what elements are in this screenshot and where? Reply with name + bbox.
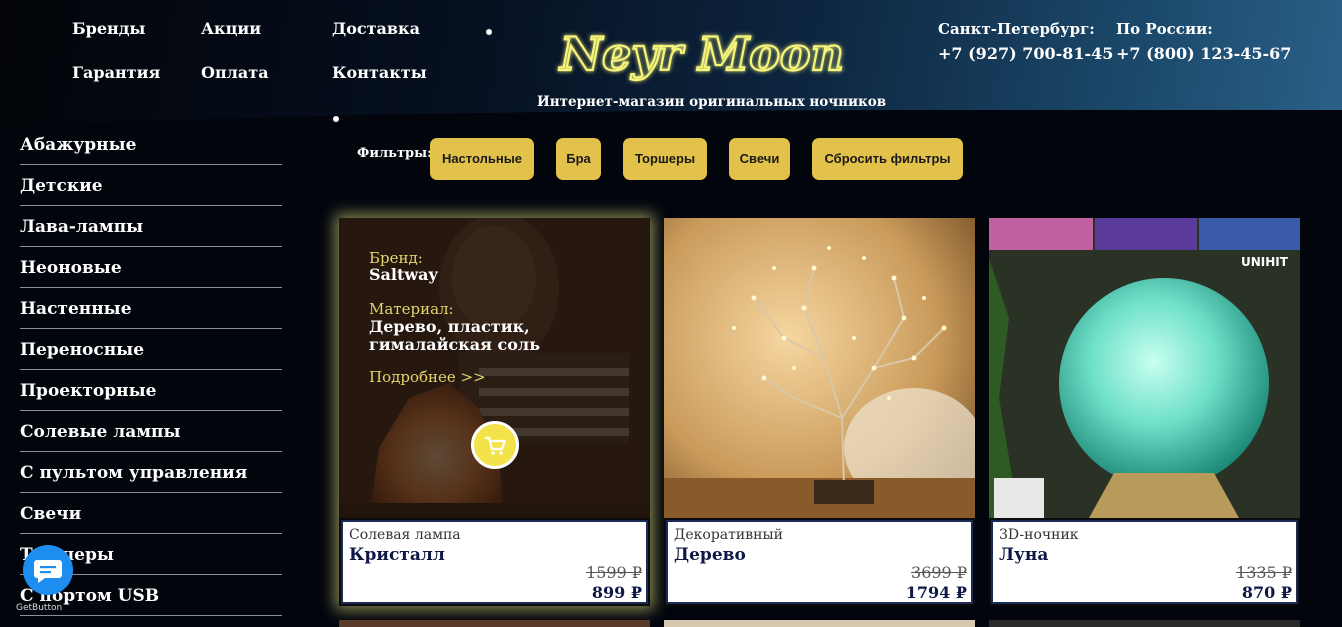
product-card[interactable]: UNIHIT 3D-ночник Луна 1335 ₽ 870 ₽: [989, 218, 1300, 606]
category-lampshade[interactable]: Абажурные: [20, 124, 282, 165]
material-value: Дерево, пластик,: [369, 317, 530, 336]
product-info: Солевая лампа Кристалл 1599 ₽ 899 ₽: [341, 520, 648, 604]
details-link[interactable]: Подробнее >>: [369, 368, 486, 386]
nav-delivery[interactable]: Доставка: [332, 19, 420, 38]
material-value: гималайская соль: [369, 335, 541, 354]
nav-promotions[interactable]: Акции: [201, 19, 261, 38]
product-info: 3D-ночник Луна 1335 ₽ 870 ₽: [991, 520, 1298, 604]
product-card[interactable]: Декоративный Дерево 3699 ₽ 1794 ₽: [664, 218, 975, 606]
moon-lamp-photo: UNIHIT: [989, 218, 1300, 518]
material-label: Материал:: [369, 300, 454, 318]
product-type: 3D-ночник: [999, 527, 1079, 543]
category-salt-lamps[interactable]: Солевые лампы: [20, 411, 282, 452]
product-name[interactable]: Луна: [999, 545, 1048, 565]
filter-candles[interactable]: Свечи: [729, 138, 790, 180]
category-wall[interactable]: Настенные: [20, 288, 282, 329]
nav-brands[interactable]: Бренды: [72, 19, 145, 38]
filter-floor-lamps[interactable]: Торшеры: [623, 138, 707, 180]
product-name[interactable]: Кристалл: [349, 545, 445, 565]
contact-city-russia: По России:: [1116, 20, 1213, 38]
product-info: Декоративный Дерево 3699 ₽ 1794 ₽: [666, 520, 973, 604]
product-card[interactable]: [339, 620, 650, 627]
product-image[interactable]: [664, 218, 975, 518]
product-type: Декоративный: [674, 527, 783, 543]
phone-russia[interactable]: +7 (800) 123-45-67: [1116, 44, 1291, 63]
product-type: Солевая лампа: [349, 527, 461, 543]
product-details-overlay: Бренд: Saltway Материал: Дерево, пластик…: [339, 218, 650, 518]
site-tagline: Интернет-магазин оригинальных ночников: [537, 94, 887, 110]
nav-payment[interactable]: Оплата: [201, 63, 269, 82]
cart-icon: [485, 436, 507, 455]
nav-warranty[interactable]: Гарантия: [72, 63, 160, 82]
product-price: 870 ₽: [1241, 583, 1292, 602]
category-portable[interactable]: Переносные: [20, 329, 282, 370]
phone-spb[interactable]: +7 (927) 700-81-45: [938, 44, 1113, 63]
product-card[interactable]: [664, 620, 975, 627]
old-price: 1599 ₽: [586, 563, 642, 582]
category-projector[interactable]: Проекторные: [20, 370, 282, 411]
decor-tree-photo: [664, 218, 975, 518]
image-brand-text: UNIHIT: [1241, 255, 1289, 269]
filter-sconces[interactable]: Бра: [556, 138, 601, 180]
getbutton-label[interactable]: GetButton: [16, 603, 62, 613]
product-price: 899 ₽: [591, 583, 642, 602]
site-header: Бренды Акции Доставка Гарантия Оплата Ко…: [0, 0, 1342, 132]
category-candles[interactable]: Свечи: [20, 493, 282, 534]
category-kids[interactable]: Детские: [20, 165, 282, 206]
filter-reset[interactable]: Сбросить фильтры: [812, 138, 963, 180]
product-price: 1794 ₽: [905, 583, 967, 602]
chat-widget-button[interactable]: [23, 545, 73, 595]
chat-icon: [34, 560, 62, 583]
category-sidebar: Абажурные Детские Лава-лампы Неоновые На…: [20, 124, 282, 616]
category-remote-control[interactable]: С пультом управления: [20, 452, 282, 493]
contact-city-spb: Санкт-Петербург:: [938, 20, 1095, 38]
old-price: 1335 ₽: [1236, 563, 1292, 582]
add-to-cart-button[interactable]: [471, 421, 519, 469]
category-lava-lamps[interactable]: Лава-лампы: [20, 206, 282, 247]
product-card[interactable]: [989, 620, 1300, 627]
filter-table-lamps[interactable]: Настольные: [430, 138, 534, 180]
decor-dot: [333, 116, 339, 122]
product-card[interactable]: Бренд: Saltway Материал: Дерево, пластик…: [339, 218, 650, 606]
product-image[interactable]: UNIHIT: [989, 218, 1300, 518]
brand-value: Saltway: [369, 265, 438, 284]
category-neon[interactable]: Неоновые: [20, 247, 282, 288]
product-image[interactable]: Бренд: Saltway Материал: Дерево, пластик…: [339, 218, 650, 518]
old-price: 3699 ₽: [911, 563, 967, 582]
filters-label: Фильтры:: [357, 146, 432, 161]
logo-text: Neyr Moon: [558, 27, 844, 81]
nav-contacts[interactable]: Контакты: [332, 63, 427, 82]
product-name[interactable]: Дерево: [674, 545, 746, 565]
decor-dot: [486, 29, 492, 35]
site-logo[interactable]: Neyr Moon: [552, 22, 852, 86]
